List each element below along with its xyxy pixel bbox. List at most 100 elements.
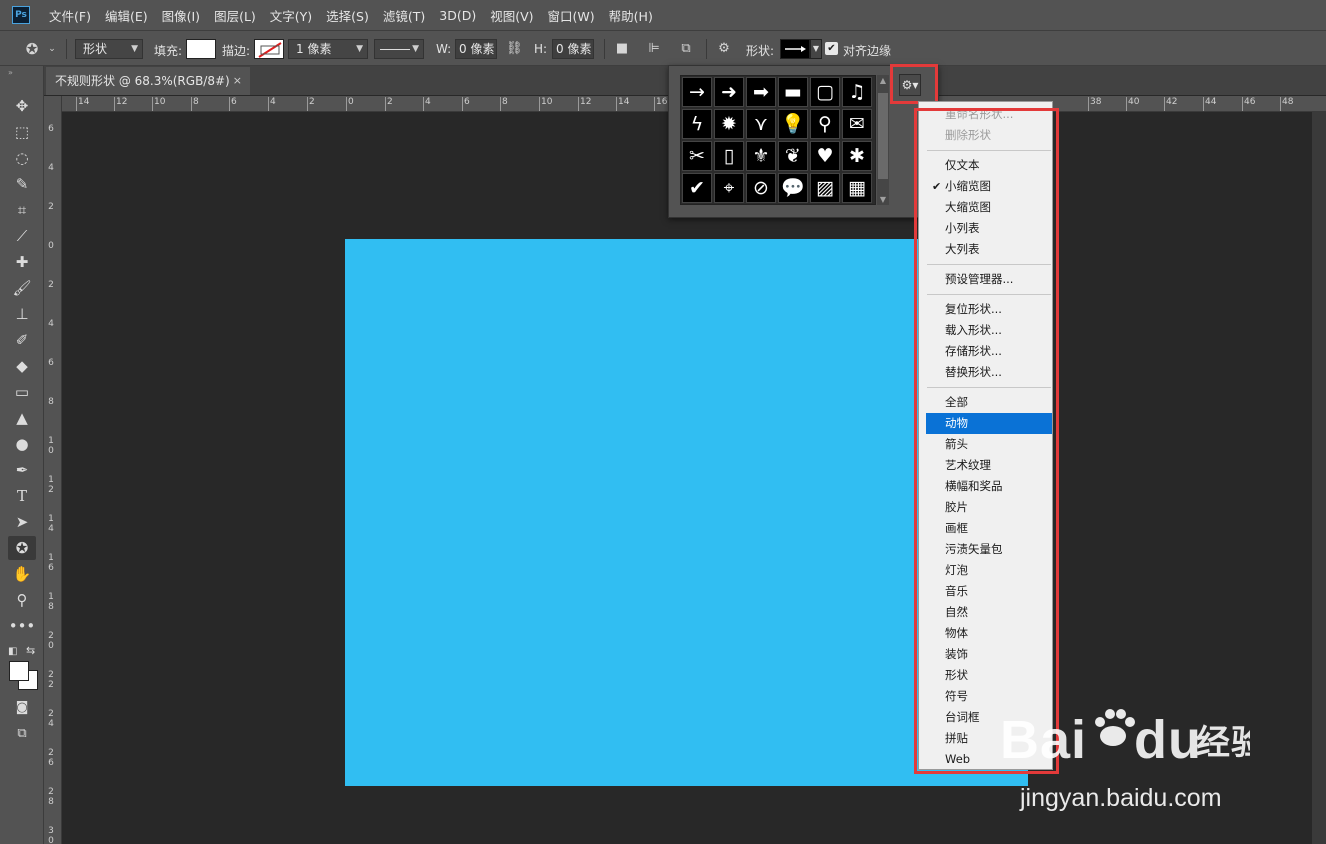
close-icon[interactable]: × (233, 67, 242, 95)
pen-tool-icon[interactable]: ✒ (8, 458, 36, 482)
collapse-toolbox-icon[interactable]: » (8, 68, 13, 77)
healing-brush-tool-icon[interactable]: ✚ (8, 250, 36, 274)
gear-icon[interactable]: ⚙ (716, 41, 732, 57)
pushpin-icon[interactable]: ⚲ (810, 109, 840, 139)
path-arrangement-icon[interactable]: ⧉ (678, 41, 694, 57)
brush-tool-icon[interactable]: 🖌 (8, 276, 36, 300)
more-tools-icon[interactable]: ••• (8, 614, 36, 638)
zoom-tool-icon[interactable]: ⚲ (8, 588, 36, 612)
screen-mode-icon[interactable]: ⧉ (8, 722, 36, 746)
document-tab[interactable]: 不规则形状 @ 68.3%(RGB/8#) × (46, 67, 250, 95)
blur-tool-icon[interactable]: ▲ (8, 406, 36, 430)
svg-text:du: du (1134, 710, 1202, 770)
move-tool-icon[interactable]: ✥ (8, 94, 36, 118)
music-note-icon[interactable]: ♫ (842, 77, 872, 107)
divider (706, 39, 707, 59)
fill-color-swatch[interactable] (186, 39, 216, 59)
options-bar: ✪ ⌄ 形状 ▼ 填充: 描边: 1 像素 ▼ ▼ W: 0 像素 ⛓ H: 0… (0, 30, 1326, 66)
grass-icon[interactable]: ⋎ (746, 109, 776, 139)
shape-picker-chevron-icon[interactable]: ▼ (810, 39, 822, 59)
menu-window[interactable]: 窗口(W) (541, 6, 602, 25)
checker-pattern-icon[interactable]: ▦ (842, 173, 872, 203)
arrow-bold-icon[interactable]: ➜ (714, 77, 744, 107)
splat-icon[interactable]: ✱ (842, 141, 872, 171)
stroke-color-swatch[interactable] (254, 39, 284, 59)
fleur-de-lis-icon[interactable]: ⚜ (746, 141, 776, 171)
lasso-tool-icon[interactable]: ◌ (8, 146, 36, 170)
menu-file[interactable]: 文件(F) (42, 6, 98, 25)
menu-help[interactable]: 帮助(H) (602, 6, 660, 25)
arrow-block-icon[interactable]: ➡ (746, 77, 776, 107)
menu-image[interactable]: 图像(I) (155, 6, 207, 25)
gradient-tool-icon[interactable]: ▭ (8, 380, 36, 404)
hatch-pattern-icon[interactable]: ▨ (810, 173, 840, 203)
eraser-tool-icon[interactable]: ◆ (8, 354, 36, 378)
link-icon[interactable]: ⛓ (506, 41, 523, 57)
scissors-icon[interactable]: ✂ (682, 141, 712, 171)
arrow-thin-icon[interactable]: → (682, 77, 712, 107)
dodge-tool-icon[interactable]: ● (8, 432, 36, 456)
chevron-down-icon: ▼ (412, 44, 419, 54)
menu-edit[interactable]: 编辑(E) (98, 6, 155, 25)
heart-icon[interactable]: ♥ (810, 141, 840, 171)
stroke-type-select[interactable]: ▼ (374, 39, 424, 59)
align-edges-checkbox[interactable]: ✔ (825, 42, 838, 55)
custom-shape-tool-icon[interactable]: ✪ (24, 41, 40, 57)
target-icon[interactable]: ⌖ (714, 173, 744, 203)
ruler-tick (385, 97, 386, 111)
type-tool-icon[interactable]: T (8, 484, 36, 508)
foreground-color-swatch[interactable] (9, 661, 29, 681)
scrollbar-thumb[interactable] (878, 93, 888, 179)
default-colors-icon[interactable]: ◧ (8, 646, 17, 657)
menu-type[interactable]: 文字(Y) (263, 6, 319, 25)
menu-layer[interactable]: 图层(L) (207, 6, 263, 25)
eyedropper-tool-icon[interactable]: ⟋ (8, 224, 36, 248)
vertical-scrollbar[interactable] (1312, 112, 1326, 844)
speech-bubble-icon[interactable]: 💬 (778, 173, 808, 203)
marquee-tool-icon[interactable]: ⬚ (8, 120, 36, 144)
menu-select[interactable]: 选择(S) (319, 6, 376, 25)
height-input[interactable]: 0 像素 (552, 39, 594, 59)
crop-tool-icon[interactable]: ⌗ (8, 198, 36, 222)
width-input[interactable]: 0 像素 (455, 39, 497, 59)
ruler-top-label: 6 (231, 97, 237, 107)
ruler-tick (423, 97, 424, 111)
stroke-width-select[interactable]: 1 像素 ▼ (288, 39, 368, 59)
width-value: 0 像素 (459, 42, 495, 56)
bird-icon[interactable]: ❦ (778, 141, 808, 171)
ruler-left: 642024681012141618202224262830 (44, 96, 62, 844)
ruler-top-label: 42 (1166, 97, 1178, 107)
ruler-top-label: 8 (193, 97, 199, 107)
clone-stamp-tool-icon[interactable]: ⊥ (8, 302, 36, 326)
scroll-up-icon[interactable]: ▲ (878, 76, 888, 85)
menu-3d[interactable]: 3D(D) (432, 8, 483, 23)
envelope-icon[interactable]: ✉ (842, 109, 872, 139)
checkmark-icon[interactable]: ✔ (682, 173, 712, 203)
banner-icon[interactable]: ▬ (778, 77, 808, 107)
quick-select-tool-icon[interactable]: ✎ (8, 172, 36, 196)
scroll-down-icon[interactable]: ▼ (878, 195, 888, 204)
lightbulb-icon[interactable]: 💡 (778, 109, 808, 139)
menu-filter[interactable]: 滤镜(T) (376, 6, 432, 25)
quick-mask-icon[interactable]: ◙ (8, 696, 36, 720)
path-operations-icon[interactable]: ■ (614, 41, 630, 57)
hand-tool-icon[interactable]: ✋ (8, 562, 36, 586)
menu-view[interactable]: 视图(V) (483, 6, 540, 25)
frame-icon[interactable]: ▢ (810, 77, 840, 107)
tool-mode-select[interactable]: 形状 ▼ (75, 39, 143, 59)
custom-shape-tool-icon[interactable]: ✪ (8, 536, 36, 560)
starburst-icon[interactable]: ✹ (714, 109, 744, 139)
path-alignment-icon[interactable]: ⊫ (646, 41, 662, 57)
shape-grid-scrollbar[interactable]: ▲ ▼ (877, 75, 889, 205)
stroke-width-value: 1 像素 (296, 42, 332, 56)
no-sign-icon[interactable]: ⊘ (746, 173, 776, 203)
shape-picker-button[interactable] (780, 39, 810, 59)
history-brush-tool-icon[interactable]: ✐ (8, 328, 36, 352)
ruler-tick (654, 97, 655, 111)
lightning-icon[interactable]: ϟ (682, 109, 712, 139)
tool-preset-chevron-icon[interactable]: ⌄ (44, 41, 60, 57)
stamp-frame-icon[interactable]: ▯ (714, 141, 744, 171)
watermark-url: jingyan.baidu.com (1020, 784, 1222, 812)
path-selection-tool-icon[interactable]: ➤ (8, 510, 36, 534)
swap-colors-icon[interactable]: ⇆ (26, 644, 35, 657)
